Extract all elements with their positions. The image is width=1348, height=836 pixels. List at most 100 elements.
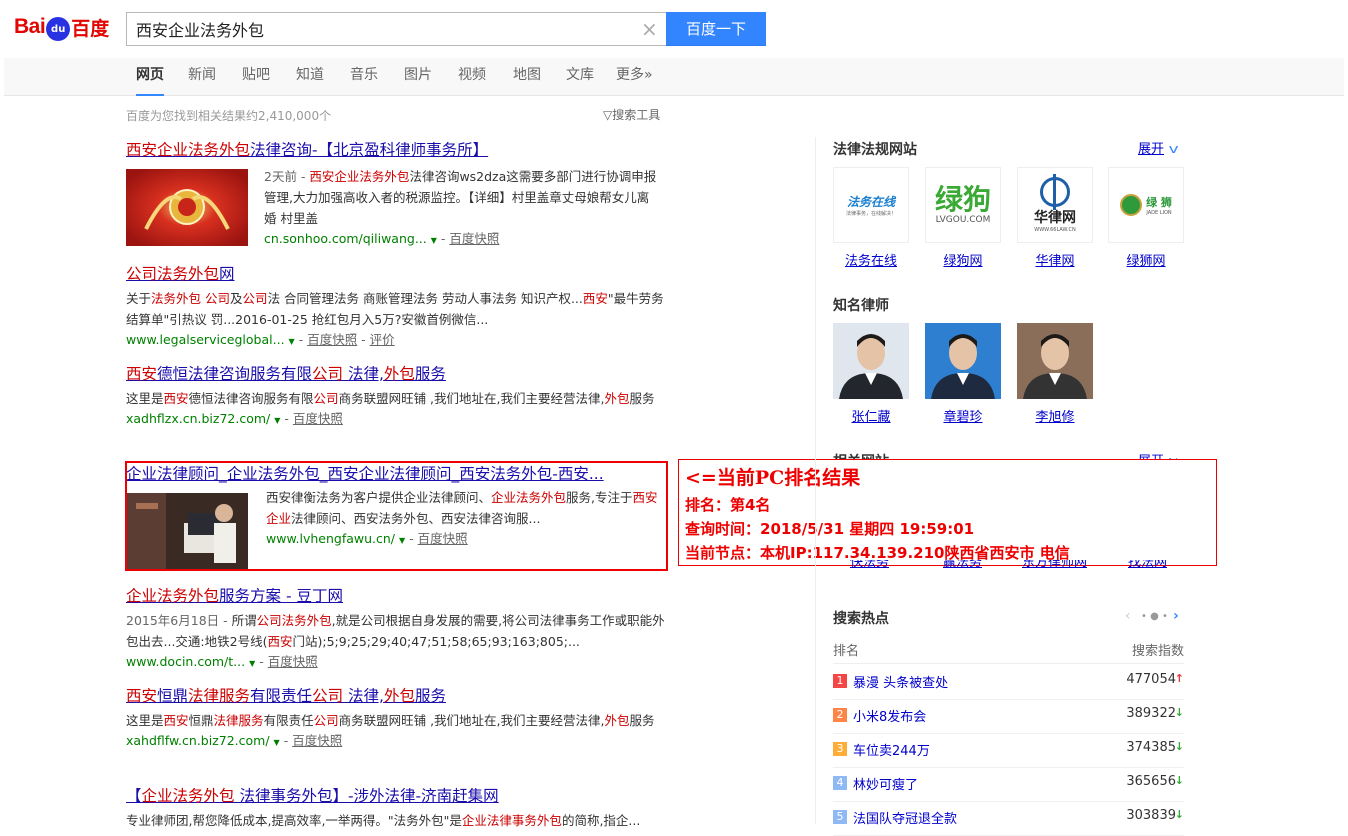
lawyer-photo[interactable] xyxy=(925,323,1001,399)
result-title-link[interactable]: 企业法务外包服务方案 - 豆丁网 xyxy=(126,585,666,607)
tab-3[interactable]: 知道 xyxy=(296,58,324,96)
snapshot-link[interactable]: 百度快照 xyxy=(292,733,342,748)
related-site-name[interactable]: 赢法务 xyxy=(943,560,982,576)
tab-8[interactable]: 文库 xyxy=(566,58,594,96)
law-site-card[interactable]: 华律网 WWW.66LAW.CN 华律网 xyxy=(1017,167,1093,269)
result-title-link[interactable]: 西安恒鼎法律服务有限责任公司 法律,外包服务 xyxy=(126,685,666,707)
snapshot-link[interactable]: 百度快照 xyxy=(307,332,357,347)
search-tools-button[interactable]: ▽搜索工具 xyxy=(603,106,660,123)
rank-badge: 5 xyxy=(833,810,847,824)
lawyer-photo[interactable] xyxy=(833,323,909,399)
title-fragment: 外包 xyxy=(383,365,415,383)
tab-0[interactable]: 网页 xyxy=(136,58,164,96)
title-fragment: 德恒法律咨询服务有限 xyxy=(157,365,313,383)
law-site-card[interactable]: 法务在线 法律事务，在线解决！ 法务在线 xyxy=(833,167,909,269)
tab-2[interactable]: 贴吧 xyxy=(242,58,270,96)
abstract-fragment: 公司 xyxy=(205,291,231,306)
site-logo[interactable]: 法务在线 法律事务，在线解决！ xyxy=(833,167,909,243)
separator: - xyxy=(259,654,268,669)
result-date: 2天前 - xyxy=(264,169,310,184)
chevron-right-icon[interactable]: › xyxy=(1173,608,1179,624)
result-title-link[interactable]: 西安德恒法律咨询服务有限公司 法律,外包服务 xyxy=(126,363,666,385)
site-logo[interactable]: 绿 狮 JADE LION xyxy=(1108,167,1184,243)
lawyer-card[interactable]: 李旭修 xyxy=(1017,323,1093,425)
site-logo[interactable]: 华律网 WWW.66LAW.CN xyxy=(1017,167,1093,243)
result-title-link[interactable]: 【企业法务外包 法律事务外包】-涉外法律-济南赶集网 xyxy=(126,785,666,807)
title-fragment: 网 xyxy=(219,265,235,283)
result-url[interactable]: xahdflfw.cn.biz72.com/ xyxy=(126,733,270,748)
separator: - xyxy=(357,332,370,347)
abstract-fragment: 西安 xyxy=(163,713,189,728)
hot-keyword[interactable]: 法国队夺冠退全款 xyxy=(853,808,957,827)
result-item: 西安企业法务外包法律咨询-【北京盈科律师事务所】 2天前 - 西安企业法务外包法律… xyxy=(126,139,666,255)
hot-row[interactable]: 2 小米8发布会 389322 ↓ xyxy=(833,700,1184,734)
title-fragment: 企业法务外包 xyxy=(141,787,235,805)
snapshot-link[interactable]: 百度快照 xyxy=(449,231,499,246)
tab-7[interactable]: 地图 xyxy=(513,58,541,96)
logo-subtext: 法律事务，在线解决！ xyxy=(845,211,896,217)
abstract-fragment: 公司 xyxy=(313,713,339,728)
title-fragment: 企业法务外包 xyxy=(126,587,220,605)
pager-dots: • ● • xyxy=(1141,611,1168,622)
tab-9[interactable]: 更多» xyxy=(616,58,653,96)
rank-info-time: 查询时间：2018/5/31 星期四 19:59:01 xyxy=(685,520,975,538)
dropdown-arrow-icon[interactable]: ▼ xyxy=(249,659,255,668)
chevron-left-icon[interactable]: ‹ xyxy=(1125,608,1131,624)
chevron-down-icon: v xyxy=(1169,454,1178,459)
snapshot-link[interactable]: 百度快照 xyxy=(293,411,343,426)
snapshot-link[interactable]: 百度快照 xyxy=(268,654,318,669)
site-name[interactable]: 绿狮网 xyxy=(1108,250,1184,269)
clear-icon[interactable]: × xyxy=(641,19,658,39)
lawyer-card[interactable]: 张仁藏 xyxy=(833,323,909,425)
result-title-link[interactable]: 西安企业法务外包法律咨询-【北京盈科律师事务所】 xyxy=(126,139,666,161)
abstract-fragment: 及 xyxy=(230,291,243,306)
baidu-logo[interactable]: Bai du 百度 xyxy=(14,9,118,45)
search-input[interactable] xyxy=(127,13,617,45)
title-fragment: 西安企业法务外包 xyxy=(126,141,251,159)
site-name[interactable]: 华律网 xyxy=(1017,250,1093,269)
hot-keyword[interactable]: 小米8发布会 xyxy=(853,706,926,725)
lawyer-photo[interactable] xyxy=(1017,323,1093,399)
lawyer-name[interactable]: 李旭修 xyxy=(1017,406,1093,425)
related-site-name[interactable]: 找法网 xyxy=(1128,560,1167,576)
site-name[interactable]: 绿狗网 xyxy=(925,250,1001,269)
hot-keyword[interactable]: 暴漫 头条被查处 xyxy=(853,672,948,691)
related-sites-expand[interactable]: 展开 v xyxy=(1138,450,1177,459)
result-url[interactable]: www.legalserviceglobal... xyxy=(126,332,285,347)
law-site-card[interactable]: 绿 狮 JADE LION 绿狮网 xyxy=(1108,167,1184,269)
lawyer-card[interactable]: 章碧珍 xyxy=(925,323,1001,425)
related-site-name[interactable]: 快法务 xyxy=(850,560,889,576)
review-link[interactable]: 评价 xyxy=(370,332,395,347)
search-button[interactable]: 百度一下 xyxy=(666,12,766,46)
result-url[interactable]: cn.sonhoo.com/qiliwang... xyxy=(264,231,427,246)
site-name[interactable]: 法务在线 xyxy=(833,250,909,269)
result-thumbnail-law-emblem[interactable] xyxy=(126,169,248,246)
tab-6[interactable]: 视频 xyxy=(458,58,486,96)
hot-row[interactable]: 3 车位卖244万 374385 ↓ xyxy=(833,734,1184,768)
dropdown-arrow-icon[interactable]: ▼ xyxy=(274,738,280,747)
law-site-card[interactable]: 绿狗 LVGOU.COM 绿狗网 xyxy=(925,167,1001,269)
hot-row[interactable]: 4 林妙可瘦了 365656 ↓ xyxy=(833,768,1184,802)
separator: - xyxy=(283,733,293,748)
lawyer-name[interactable]: 章碧珍 xyxy=(925,406,1001,425)
dropdown-arrow-icon[interactable]: ▼ xyxy=(274,416,280,425)
dropdown-arrow-icon[interactable]: ▼ xyxy=(431,236,437,245)
title-fragment: 外包 xyxy=(383,687,415,705)
tab-1[interactable]: 新闻 xyxy=(188,58,216,96)
lawyer-name[interactable]: 张仁藏 xyxy=(833,406,909,425)
tab-4[interactable]: 音乐 xyxy=(350,58,378,96)
result-url[interactable]: xadhflzx.cn.biz72.com/ xyxy=(126,411,270,426)
tab-5[interactable]: 图片 xyxy=(404,58,432,96)
dropdown-arrow-icon[interactable]: ▼ xyxy=(289,337,295,346)
law-sites-expand[interactable]: 展开 v xyxy=(1138,138,1179,157)
hot-keyword[interactable]: 林妙可瘦了 xyxy=(853,774,918,793)
hot-row[interactable]: 1 暴漫 头条被查处 477054 ↑ xyxy=(833,666,1184,700)
abstract-fragment: 的简称,指企... xyxy=(561,813,641,828)
abstract-fragment: 西安 xyxy=(267,634,293,649)
hot-row[interactable]: 5 法国队夺冠退全款 303839 ↓ xyxy=(833,802,1184,836)
site-logo[interactable]: 绿狗 LVGOU.COM xyxy=(925,167,1001,243)
related-site-name[interactable]: 东方律师网 xyxy=(1022,560,1087,576)
hot-keyword[interactable]: 车位卖244万 xyxy=(853,740,930,759)
result-url[interactable]: www.docin.com/t... xyxy=(126,654,245,669)
result-title-link[interactable]: 公司法务外包网 xyxy=(126,263,666,285)
